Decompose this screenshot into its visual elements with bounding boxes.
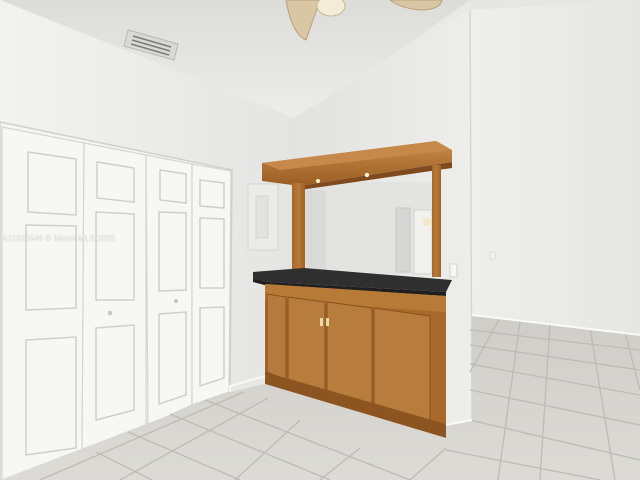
wall-outlet [449, 263, 458, 278]
room-photo: A11836546 © Miami MLS 2025 [0, 0, 640, 480]
right-post [432, 165, 441, 277]
cabinet-door-3 [326, 301, 373, 405]
left-post [292, 183, 305, 272]
mls-watermark: A11836546 © Miami MLS 2025 [2, 234, 116, 243]
right-wall [470, 0, 640, 335]
cabinet-door-2 [287, 296, 326, 393]
cabinet-door-1 [266, 293, 287, 381]
kitchen-opening [304, 182, 434, 275]
wall-outlet-2 [489, 251, 496, 260]
